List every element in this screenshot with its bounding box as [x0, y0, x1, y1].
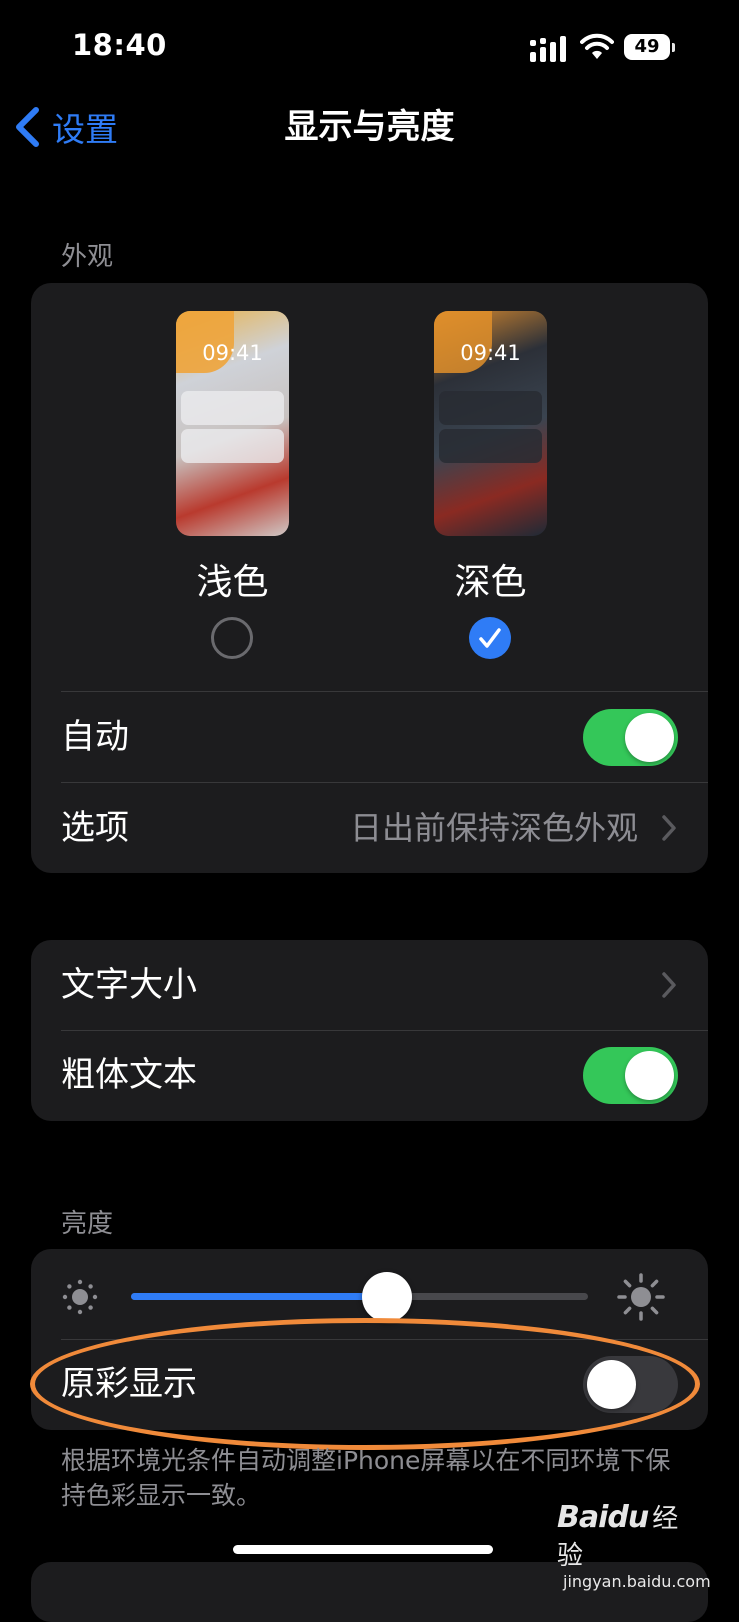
- section-header-brightness: 亮度: [61, 1209, 114, 1239]
- watermark-url: jingyan.baidu.com: [563, 1572, 711, 1591]
- home-indicator[interactable]: [233, 1545, 493, 1554]
- dark-preview-time: 09:41: [460, 341, 521, 365]
- brightness-high-icon: [617, 1273, 665, 1321]
- bold-text-toggle[interactable]: [583, 1047, 678, 1104]
- auto-toggle[interactable]: [583, 709, 678, 766]
- highlight-annotation: [30, 1318, 700, 1450]
- dark-mode-preview[interactable]: 09:41: [434, 311, 547, 536]
- light-mode-label: 浅色: [196, 562, 269, 603]
- options-value: 日出前保持深色外观: [349, 809, 638, 847]
- auto-appearance-row: 自动: [31, 692, 708, 783]
- brightness-slider-fill: [131, 1293, 387, 1300]
- page-title: 显示与亮度: [284, 107, 455, 147]
- watermark-logo: Baidu 经验: [557, 1500, 678, 1571]
- light-mode-preview[interactable]: 09:41: [176, 311, 289, 536]
- text-group: 文字大小 粗体文本: [31, 940, 708, 1121]
- appearance-group: 09:41 浅色 09:41 深色 自动 选项 日出前保持深色外观: [31, 283, 708, 873]
- options-row[interactable]: 选项 日出前保持深色外观: [31, 783, 708, 873]
- brightness-slider-knob[interactable]: [361, 1272, 412, 1322]
- baidu-watermark: Baidu 经验 jingyan.baidu.com: [557, 1498, 711, 1591]
- brightness-slider[interactable]: [131, 1272, 588, 1322]
- chevron-right-icon: [662, 815, 676, 841]
- status-time: 18:40: [72, 28, 167, 62]
- light-preview-time: 09:41: [202, 341, 263, 365]
- light-mode-radio[interactable]: [211, 617, 253, 659]
- section-header-appearance: 外观: [61, 242, 114, 272]
- options-label: 选项: [61, 808, 129, 848]
- battery-level: 49: [624, 34, 670, 60]
- bold-text-label: 粗体文本: [61, 1055, 197, 1095]
- dark-mode-radio[interactable]: [469, 617, 511, 659]
- brightness-low-icon: [62, 1279, 98, 1315]
- chevron-right-icon: [662, 972, 676, 998]
- text-size-label: 文字大小: [61, 965, 197, 1005]
- bold-text-row: 粗体文本: [31, 1030, 708, 1121]
- checkmark-icon: [479, 628, 501, 648]
- auto-label: 自动: [61, 717, 129, 757]
- battery-icon: 49: [624, 34, 676, 62]
- cellular-signal-icon: [530, 36, 566, 62]
- dark-mode-label: 深色: [454, 562, 527, 603]
- text-size-row[interactable]: 文字大小: [31, 940, 708, 1031]
- wifi-icon: [580, 33, 614, 59]
